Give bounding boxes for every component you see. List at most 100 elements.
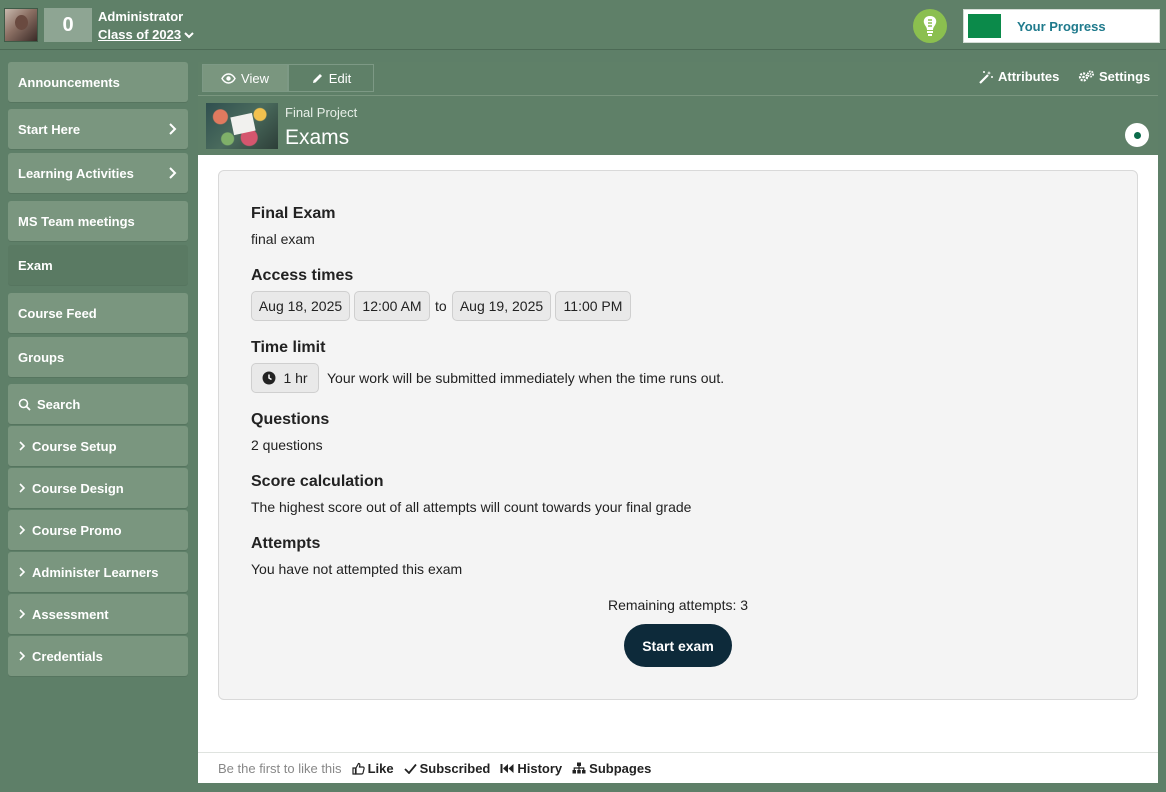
questions-heading: Questions [251, 411, 330, 428]
subscribed-label: Subscribed [419, 760, 491, 776]
exam-card: Final Exam final exam Access times Aug 1… [218, 170, 1138, 700]
chevron-right-icon [18, 566, 26, 578]
sidebar-item-label: Course Feed [18, 305, 97, 321]
sidebar-item-label: Announcements [18, 74, 120, 90]
sidebar-item-label: Assessment [32, 606, 109, 622]
exam-name-heading: Final Exam [251, 205, 336, 222]
sidebar-item-label: Administer Learners [32, 564, 159, 580]
history-label: History [517, 760, 563, 776]
attempts-heading: Attempts [251, 535, 321, 552]
like-button[interactable]: Like [351, 760, 394, 776]
sidebar-item-label: Start Here [18, 121, 81, 137]
settings-button[interactable]: Settings [1078, 69, 1150, 84]
sidebar-item-label: Course Design [32, 480, 124, 496]
like-prompt: Be the first to like this [218, 760, 342, 776]
sidebar-item-label: Groups [18, 349, 65, 365]
magic-wand-icon [979, 70, 993, 84]
sidebar-item-label: Exam [18, 257, 53, 273]
lightbulb-icon[interactable] [913, 9, 947, 43]
clock-icon [262, 371, 276, 385]
chevron-down-icon [184, 31, 194, 38]
sidebar-item-course-feed[interactable]: Course Feed [8, 293, 188, 333]
chevron-right-icon [18, 482, 26, 494]
subpages-label: Subpages [589, 760, 652, 776]
end-time-badge: 11:00 PM [555, 291, 631, 321]
tab-edit-label: Edit [328, 70, 352, 86]
chevron-right-icon [18, 608, 26, 620]
sidebar-item-assessment[interactable]: Assessment [8, 594, 188, 634]
rewind-icon [500, 763, 514, 773]
sidebar-item-administer-learners[interactable]: Administer Learners [8, 552, 188, 592]
start-exam-button[interactable]: Start exam [624, 624, 732, 667]
end-date-badge: Aug 19, 2025 [452, 291, 551, 321]
questions-text: 2 questions [251, 437, 323, 453]
time-limit-value: 1 hr [283, 370, 308, 386]
tab-view-label: View [241, 70, 269, 86]
attributes-label: Attributes [998, 69, 1060, 84]
avatar[interactable] [4, 8, 38, 42]
sidebar-item-course-promo[interactable]: Course Promo [8, 510, 188, 550]
history-button[interactable]: History [500, 761, 562, 776]
breadcrumb[interactable]: Final Project [285, 105, 357, 120]
page-header: Final Project Exams [198, 95, 1158, 155]
access-times-heading: Access times [251, 267, 354, 284]
class-selector-label: Class of 2023 [98, 27, 182, 42]
sidebar-item-search[interactable]: Search [8, 384, 188, 424]
settings-label: Settings [1099, 69, 1151, 84]
sidebar-item-label: MS Team meetings [18, 213, 135, 229]
gears-icon [1078, 70, 1094, 82]
time-limit-heading: Time limit [251, 339, 326, 356]
sidebar-item-learning-activities[interactable]: Learning Activities [8, 153, 188, 193]
sidebar-item-start-here[interactable]: Start Here [8, 109, 188, 149]
sidebar-item-label: Course Setup [32, 438, 117, 454]
tab-edit[interactable]: Edit [288, 64, 374, 92]
attempts-text: You have not attempted this exam [251, 561, 463, 577]
score-calculation-text: The highest score out of all attempts wi… [251, 499, 692, 515]
subpages-button[interactable]: Subpages [572, 761, 651, 776]
page-footer: Be the first to like this Like Subscribe… [198, 752, 1158, 783]
page-toolbar: View Edit Attributes Settings [198, 62, 1158, 94]
user-role: Administrator [98, 9, 184, 24]
chevron-right-icon [18, 650, 26, 662]
sidebar-item-label: Learning Activities [18, 165, 134, 181]
progress-label: Your Progress [1017, 18, 1106, 34]
progress-widget[interactable]: Your Progress [963, 9, 1160, 43]
time-limit-badge: 1 hr [251, 363, 319, 393]
sidebar-item-course-design[interactable]: Course Design [8, 468, 188, 508]
sidebar-item-ms-team-meetings[interactable]: MS Team meetings [8, 201, 188, 241]
progress-fill [968, 14, 1001, 38]
checkmark-icon [403, 763, 417, 774]
eye-icon [221, 72, 236, 84]
class-selector[interactable]: Class of 2023 [98, 27, 195, 42]
subscribed-button[interactable]: Subscribed [403, 760, 491, 776]
sitemap-icon [572, 762, 586, 774]
sidebar-item-groups[interactable]: Groups [8, 337, 188, 377]
thumbs-up-icon [351, 762, 365, 775]
pencil-icon [312, 73, 322, 83]
page-thumbnail [206, 103, 278, 149]
attributes-button[interactable]: Attributes [979, 69, 1059, 84]
notification-counter[interactable]: 0 [44, 8, 92, 42]
sidebar-item-exam[interactable]: Exam [8, 245, 188, 285]
sidebar-item-label: Credentials [32, 648, 103, 664]
start-date-badge: Aug 18, 2025 [251, 291, 350, 321]
top-bar: 0 Administrator Class of 2023 Your Progr… [0, 0, 1166, 50]
sidebar-item-course-setup[interactable]: Course Setup [8, 426, 188, 466]
sidebar-item-announcements[interactable]: Announcements [8, 62, 188, 102]
status-indicator-icon[interactable] [1125, 123, 1149, 147]
score-calculation-heading: Score calculation [251, 473, 384, 490]
time-limit-note: Your work will be submitted immediately … [327, 370, 725, 386]
tab-view[interactable]: View [202, 64, 288, 92]
chevron-right-icon [18, 524, 26, 536]
chevron-right-icon [169, 123, 177, 135]
main-content: Final Exam final exam Access times Aug 1… [198, 155, 1158, 752]
remaining-attempts: Remaining attempts: 3 [607, 597, 749, 613]
sidebar-item-label: Search [37, 396, 81, 412]
chevron-right-icon [169, 167, 177, 179]
exam-name-text: final exam [251, 231, 315, 247]
to-label: to [435, 298, 447, 314]
search-icon [18, 398, 31, 411]
start-time-badge: 12:00 AM [354, 291, 430, 321]
sidebar-item-credentials[interactable]: Credentials [8, 636, 188, 676]
like-label: Like [367, 760, 394, 776]
